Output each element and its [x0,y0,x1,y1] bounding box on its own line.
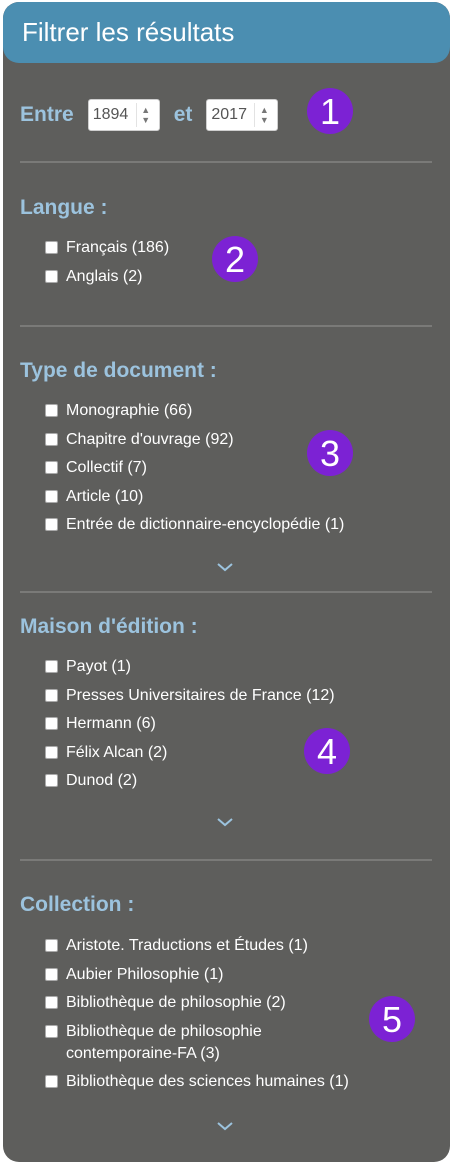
section-title-type: Type de document : [20,359,217,382]
number-badge: 2 [212,236,258,282]
checkbox[interactable] [45,660,58,673]
checkbox[interactable] [45,1024,58,1038]
number-badge: 1 [307,88,353,134]
checkbox[interactable] [45,996,58,1009]
option-label: Presses Universitaires de France (12) [66,686,335,704]
filter-option[interactable]: Chapitre d'ouvrage (92) [45,429,425,458]
option-label: Entrée de dictionnaire-encyclopédie (1) [66,516,345,533]
filter-option[interactable]: Félix Alcan (2) [45,742,425,771]
filter-option[interactable]: Aubier Philosophie (1) [45,964,425,993]
filter-option[interactable]: Bibliothèque de philosophie contemporain… [45,1021,335,1065]
checkbox[interactable] [45,461,58,474]
maison-options: Payot (1) Presses Universitaires de Fran… [45,656,425,799]
checkbox[interactable] [45,1074,58,1088]
checkbox[interactable] [45,518,58,531]
option-label: Monographie (66) [66,402,193,419]
filter-option[interactable]: Aristote. Traductions et Études (1) [45,935,425,964]
checkbox[interactable] [45,432,58,446]
number-badge: 4 [304,728,350,774]
year-to-input[interactable]: 2017 ▲ ▼ [206,99,279,131]
filter-option[interactable]: Hermann (6) [45,713,425,742]
option-label: Anglais (2) [66,267,143,285]
year-to-value: 2017 [211,106,247,123]
collection-options: Aristote. Traductions et Études (1) Aubi… [45,935,425,1099]
filter-option[interactable]: Bibliothèque de philosophie (2) [45,992,425,1021]
filter-option[interactable]: Presses Universitaires de France (12) [45,685,425,714]
number-badge: 5 [369,996,415,1042]
date-range: Entre 1894 ▲ ▼ et 2017 ▲ ▼ [20,98,292,132]
range-to-label: et [173,103,193,126]
divider [20,325,432,327]
divider [20,161,432,163]
type-options: Monographie (66) Chapitre d'ouvrage (92)… [45,400,425,543]
filter-option[interactable]: Dunod (2) [45,770,425,799]
checkbox[interactable] [45,489,58,503]
option-label: Article (10) [66,487,144,505]
filter-option[interactable]: Entrée de dictionnaire-encyclopédie (1) [45,514,425,543]
number-badge: 3 [307,430,353,476]
section-title-collection: Collection : [20,893,135,916]
option-label: Dunod (2) [66,772,138,789]
filter-option[interactable]: Collectif (7) [45,457,425,486]
chevron-down-icon[interactable] [216,1119,234,1133]
section-title-langue: Langue : [20,196,108,219]
checkbox[interactable] [45,745,58,759]
chevron-down-icon[interactable] [216,560,234,574]
year-from-value: 1894 [92,106,129,123]
checkbox[interactable] [45,241,58,254]
option-label: Français (186) [66,239,170,256]
year-from-input[interactable]: 1894 ▲ ▼ [87,99,160,131]
option-label: Bibliothèque de philosophie contemporain… [66,1022,262,1062]
checkbox[interactable] [45,404,58,417]
spinner-arrows-icon[interactable]: ▲ ▼ [135,103,155,127]
spinner-arrows-icon[interactable]: ▲ ▼ [254,103,273,127]
filter-option[interactable]: Article (10) [45,486,425,515]
option-label: Bibliothèque des sciences humaines (1) [66,1072,349,1090]
filter-panel: Filtrer les résultats Entre 1894 ▲ ▼ et 2… [3,2,450,1162]
divider [20,591,432,593]
chevron-down-icon[interactable] [216,815,234,829]
option-label: Collectif (7) [66,459,147,476]
checkbox[interactable] [45,269,58,283]
option-label: Payot (1) [66,658,131,675]
option-label: Aristote. Traductions et Études (1) [66,937,308,954]
filter-option[interactable]: Payot (1) [45,656,425,685]
panel-title: Filtrer les résultats [3,2,450,63]
option-label: Bibliothèque de philosophie (2) [66,994,286,1011]
checkbox[interactable] [45,774,58,787]
option-label: Félix Alcan (2) [66,743,168,761]
checkbox[interactable] [45,967,58,981]
filter-option[interactable]: Monographie (66) [45,400,425,429]
section-title-maison: Maison d'édition : [20,615,198,638]
checkbox[interactable] [45,939,58,952]
option-label: Aubier Philosophie (1) [66,965,224,983]
filter-option[interactable]: Bibliothèque des sciences humaines (1) [45,1071,425,1100]
checkbox[interactable] [45,688,58,702]
checkbox[interactable] [45,717,58,730]
divider [20,859,432,861]
range-from-label: Entre [20,103,74,126]
option-label: Hermann (6) [66,715,156,732]
option-label: Chapitre d'ouvrage (92) [66,430,234,448]
